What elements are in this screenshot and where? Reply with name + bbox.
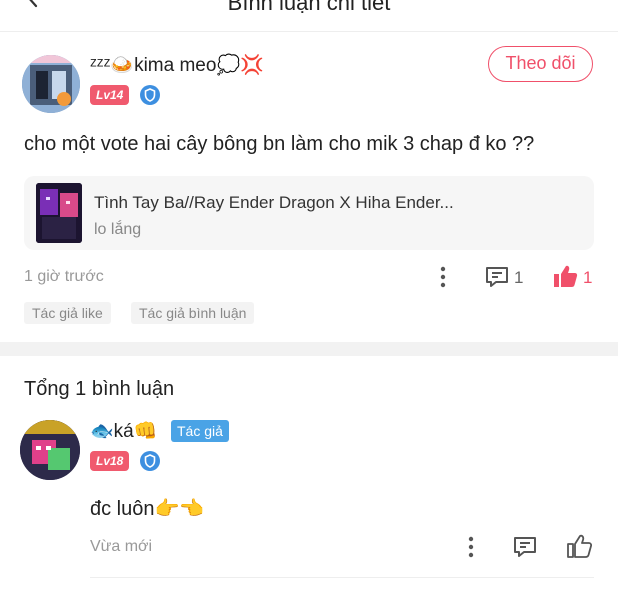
replies-total: Tổng 1 bình luận <box>24 378 175 400</box>
page-title: Bình luận chi tiết <box>227 0 391 15</box>
top-bar: Bình luận chi tiết <box>0 0 618 32</box>
avatar-image <box>22 55 80 113</box>
more-icon[interactable] <box>458 534 484 560</box>
avatar[interactable] <box>22 55 80 113</box>
reply-level-badge: Lv18 <box>90 451 130 471</box>
section-divider <box>0 342 618 356</box>
tag-author-comment: Tác giả bình luận <box>131 302 255 324</box>
story-title: Tình Tay Ba//Ray Ender Dragon X Hiha End… <box>94 193 454 212</box>
follow-button[interactable]: Theo dõi <box>488 46 593 82</box>
reply-username[interactable]: 🐟ká👊 <box>90 419 157 443</box>
reply-text: đc luôn👉👈 <box>90 498 205 520</box>
comment-text: cho một vote hai cây bông bn làm cho mik… <box>24 133 535 155</box>
shield-icon <box>140 85 160 105</box>
reply-avatar-image <box>20 420 80 480</box>
like-count: 1 <box>583 268 593 287</box>
level-badge: Lv14 <box>90 85 130 105</box>
tag-author-like: Tác giả like <box>24 302 111 324</box>
thumbs-up-icon[interactable] <box>552 263 578 289</box>
reply-divider <box>90 577 594 578</box>
linked-story-card[interactable]: Tình Tay Ba//Ray Ender Dragon X Hiha End… <box>24 176 594 250</box>
story-thumbnail <box>36 183 82 243</box>
story-chapter: lo lắng <box>94 221 142 238</box>
username[interactable]: ᶻᶻᶻ🍛kima meo💭💢 <box>90 53 264 77</box>
comment-time: 1 giờ trước <box>24 268 104 285</box>
thumbs-up-icon[interactable] <box>566 533 592 559</box>
reply-count: 1 <box>514 268 524 287</box>
comment-icon[interactable] <box>484 264 510 290</box>
more-icon[interactable] <box>430 264 456 290</box>
author-badge: Tác giả <box>171 420 229 442</box>
reply-avatar[interactable] <box>20 420 80 480</box>
reply-time: Vừa mới <box>90 538 153 555</box>
shield-icon <box>140 451 160 471</box>
comment-icon[interactable] <box>512 534 538 560</box>
